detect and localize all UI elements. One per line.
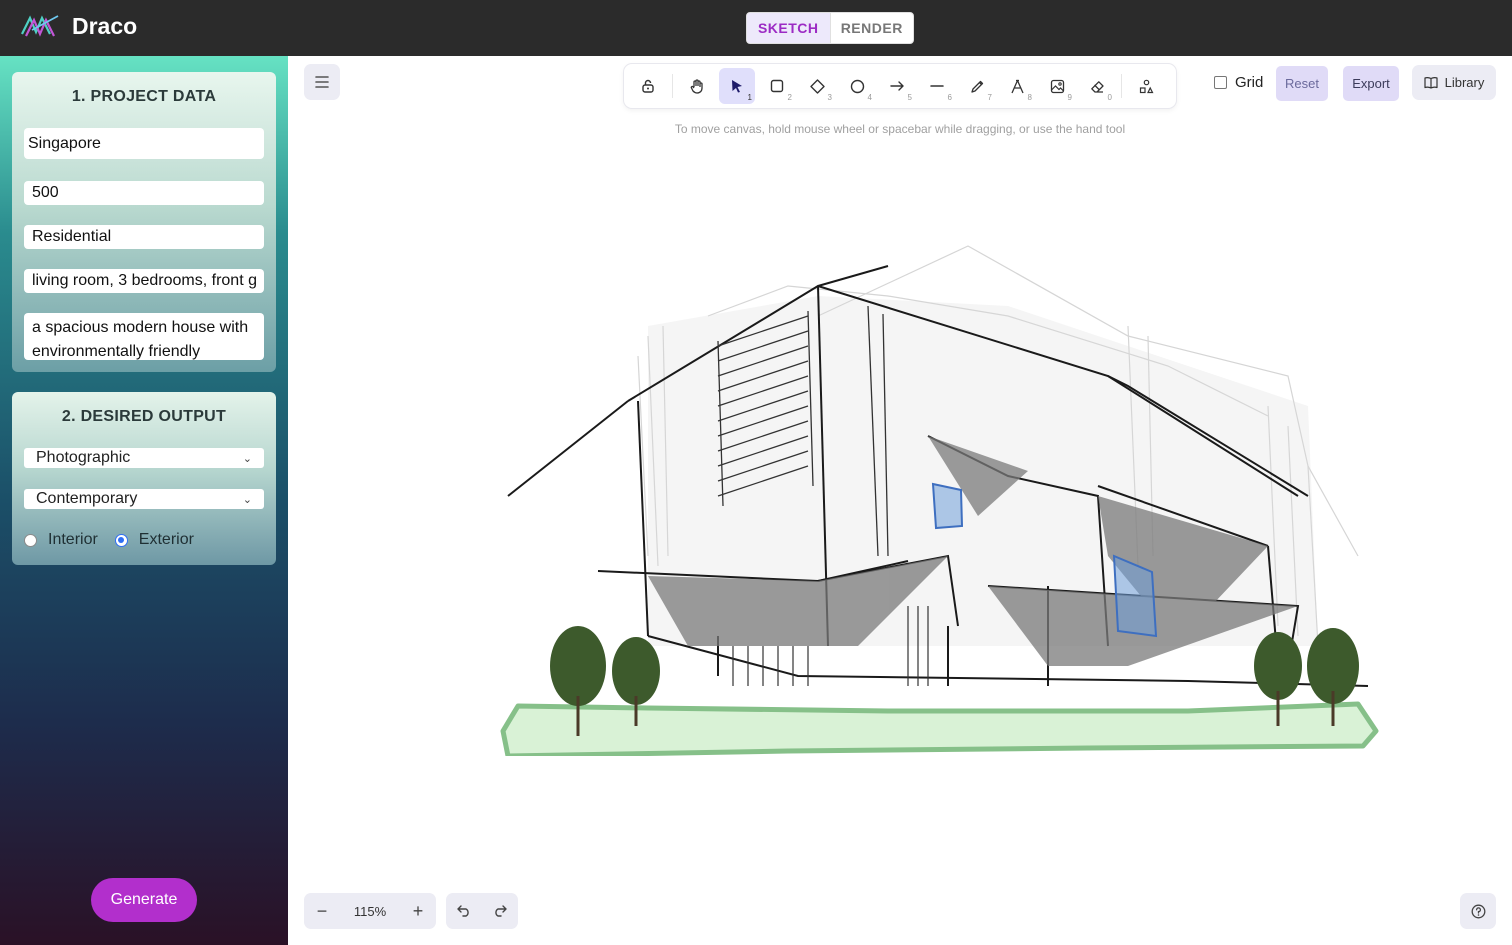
generate-button[interactable]: Generate: [91, 878, 197, 922]
redo-icon[interactable]: [493, 905, 507, 917]
shapes-icon: [1139, 79, 1153, 93]
render-style-select[interactable]: Photographic ⌄: [24, 448, 264, 468]
project-data-title: 1. PROJECT DATA: [71, 88, 217, 105]
diamond-icon: [809, 78, 825, 94]
sidebar: 1. PROJECT DATA Singapore 500 Residentia…: [0, 56, 288, 945]
diamond-tool[interactable]: 3: [799, 68, 835, 104]
house-sketch-drawing[interactable]: [488, 226, 1388, 756]
arrow-tool[interactable]: 5: [879, 68, 915, 104]
undo-icon[interactable]: [457, 905, 471, 917]
image-icon: [1050, 79, 1064, 93]
pencil-tool[interactable]: 7: [959, 68, 995, 104]
rectangle-icon: [770, 79, 784, 93]
tool-shortcut: 1: [747, 93, 752, 102]
lock-tool[interactable]: [630, 68, 666, 104]
eraser-tool[interactable]: 0: [1079, 68, 1115, 104]
toolbar-divider: [672, 74, 673, 98]
export-button[interactable]: Export: [1343, 66, 1399, 101]
toolbar-divider: [1121, 74, 1122, 98]
ellipse-icon: [850, 79, 864, 93]
eraser-icon: [1090, 80, 1104, 93]
rooms-input[interactable]: living room, 3 bedrooms, front g: [24, 269, 264, 293]
canvas-hint: To move canvas, hold mouse wheel or spac…: [674, 122, 1126, 136]
sketch-tab[interactable]: SKETCH: [747, 13, 830, 43]
grid-checkbox[interactable]: [1214, 76, 1227, 89]
zoom-controls: − 115% +: [304, 893, 436, 929]
exterior-radio[interactable]: [114, 533, 128, 547]
line-tool[interactable]: 6: [919, 68, 955, 104]
hand-tool[interactable]: [679, 68, 715, 104]
area-input[interactable]: 500: [24, 181, 264, 205]
draco-logo-icon: [21, 15, 59, 37]
tool-shortcut: 2: [787, 93, 792, 102]
tool-shortcut: 0: [1107, 93, 1112, 102]
interior-radio[interactable]: [24, 533, 37, 547]
mode-toggle: SKETCH RENDER: [746, 12, 914, 44]
pencil-icon: [970, 80, 983, 93]
main-menu-button[interactable]: [304, 64, 340, 100]
library-button[interactable]: Library: [1412, 65, 1496, 100]
zoom-level[interactable]: 115%: [354, 904, 386, 919]
building-type-input[interactable]: Residential: [24, 225, 264, 249]
tool-shortcut: 6: [947, 93, 952, 102]
chevron-down-icon: ⌄: [242, 493, 252, 506]
text-tool[interactable]: 8: [999, 68, 1035, 104]
line-icon: [930, 85, 944, 87]
ellipse-tool[interactable]: 4: [839, 68, 875, 104]
tool-shortcut: 7: [987, 93, 992, 102]
render-tab[interactable]: RENDER: [829, 13, 914, 43]
extra-shapes-tool[interactable]: [1128, 68, 1164, 104]
zoom-out-button[interactable]: −: [312, 901, 332, 922]
book-icon: [1424, 77, 1438, 89]
location-input[interactable]: Singapore: [24, 128, 264, 159]
selection-arrow-icon: [732, 80, 742, 93]
help-icon: [1471, 904, 1485, 918]
tool-shortcut: 8: [1027, 93, 1032, 102]
drawing-toolbar: 1 2 3 4 5 6 7 8 9 0: [624, 64, 1176, 108]
grid-label: Grid: [1235, 74, 1264, 91]
app-title: Draco: [72, 13, 138, 39]
help-button[interactable]: [1460, 893, 1496, 929]
hand-icon: [690, 78, 703, 94]
image-tool[interactable]: 9: [1039, 68, 1075, 104]
top-bar: Draco SKETCH RENDER: [0, 0, 1512, 56]
rectangle-tool[interactable]: 2: [759, 68, 795, 104]
desired-output-title: 2. DESIRED OUTPUT: [61, 408, 227, 425]
exterior-label: Exterior: [138, 531, 194, 548]
grid-toggle[interactable]: Grid: [1214, 74, 1263, 91]
description-textarea[interactable]: a spacious modern house with environment…: [24, 313, 264, 360]
tool-shortcut: 4: [867, 93, 872, 102]
library-label: Library: [1444, 75, 1485, 90]
history-controls: [446, 893, 518, 929]
hamburger-icon: [315, 76, 329, 88]
canvas-area[interactable]: 1 2 3 4 5 6 7 8 9 0 Grid Reset Export Li…: [288, 56, 1512, 945]
arrow-icon: [889, 81, 904, 91]
tool-shortcut: 3: [827, 93, 832, 102]
reset-button[interactable]: Reset: [1276, 66, 1328, 101]
chevron-down-icon: ⌄: [242, 452, 252, 465]
text-icon: [1010, 79, 1024, 93]
desired-output-panel: 2. DESIRED OUTPUT Photographic ⌄ Contemp…: [12, 392, 276, 565]
architecture-style-select[interactable]: Contemporary ⌄: [24, 489, 264, 509]
green-lawn: [500, 701, 1379, 756]
lock-icon: [642, 79, 654, 93]
view-radio-group: Interior Exterior: [24, 531, 194, 549]
zoom-in-button[interactable]: +: [408, 901, 428, 922]
project-data-panel: 1. PROJECT DATA Singapore 500 Residentia…: [12, 72, 276, 372]
render-style-value: Photographic: [36, 449, 131, 466]
selection-tool[interactable]: 1: [719, 68, 755, 104]
interior-label: Interior: [48, 531, 98, 548]
architecture-style-value: Contemporary: [36, 490, 138, 507]
tool-shortcut: 9: [1067, 93, 1072, 102]
tool-shortcut: 5: [907, 93, 912, 102]
